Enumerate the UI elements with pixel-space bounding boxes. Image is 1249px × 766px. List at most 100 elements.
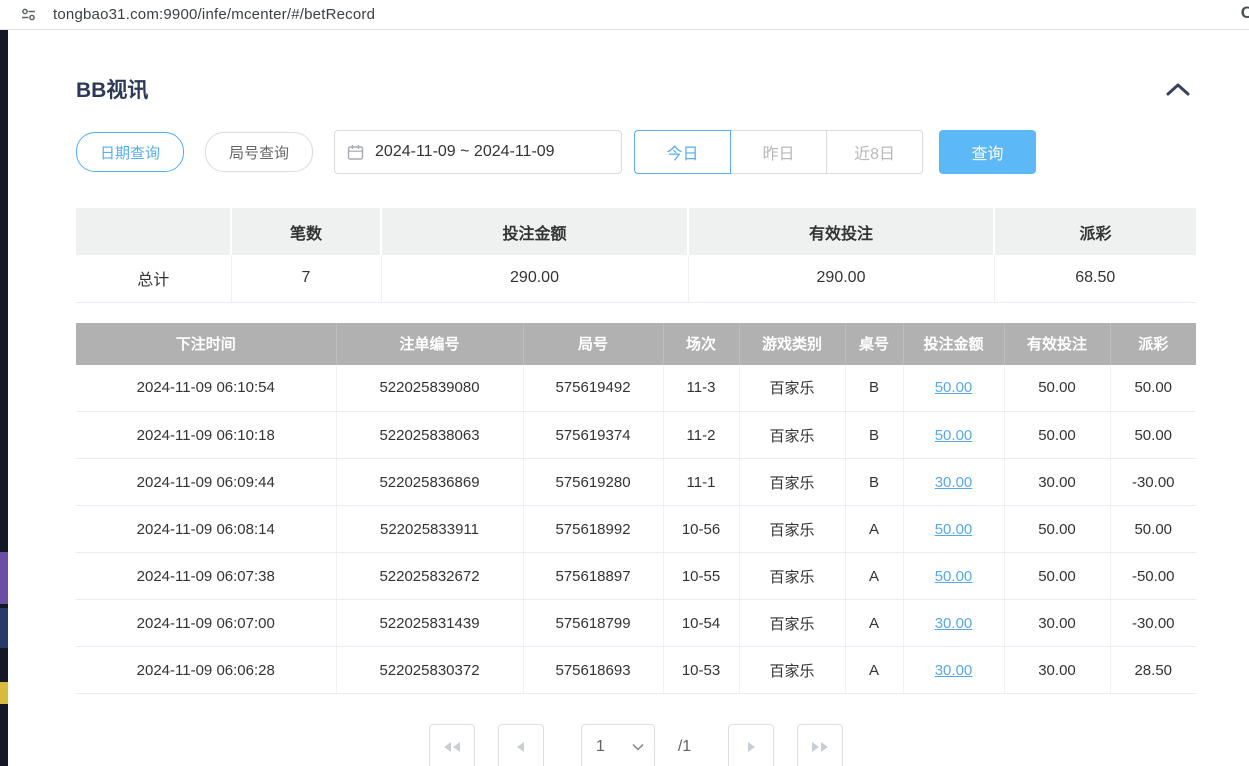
bet-time-cell: 2024-11-09 06:08:14 <box>76 506 336 553</box>
table-row: 2024-11-09 06:07:00522025831439575618799… <box>76 600 1196 647</box>
browser-action-partial: C <box>1241 3 1249 23</box>
summary-total-label: 总计 <box>76 255 231 302</box>
bet-time-cell: 2024-11-09 06:06:28 <box>76 647 336 694</box>
summary-header-payout: 派彩 <box>994 208 1196 255</box>
table-row: 2024-11-09 06:09:44522025836869575619280… <box>76 459 1196 506</box>
background-edge-patch <box>0 682 8 704</box>
bet-record-page: BB视讯 日期查询 局号查询 <box>0 30 1249 766</box>
session-cell: 10-53 <box>663 647 739 694</box>
payout-cell: -30.00 <box>1110 600 1196 647</box>
collapse-button[interactable] <box>1160 79 1196 100</box>
page-select-value: 1 <box>596 738 605 756</box>
last-page-icon <box>809 740 831 754</box>
last-8-days-button[interactable]: 近8日 <box>826 130 923 174</box>
payout-cell: 50.00 <box>1110 506 1196 553</box>
valid-bet-cell: 50.00 <box>1004 365 1110 412</box>
summary-header-valid-bet: 有效投注 <box>688 208 994 255</box>
payout-cell: -50.00 <box>1110 553 1196 600</box>
bet-amount-link[interactable]: 50.00 <box>935 568 973 585</box>
table-row: 2024-11-09 06:10:18522025838063575619374… <box>76 412 1196 459</box>
header-game-type: 游戏类别 <box>739 323 845 365</box>
payout-cell: -30.00 <box>1110 459 1196 506</box>
header-round-id: 局号 <box>523 323 663 365</box>
table-row: 2024-11-09 06:07:38522025832672575618897… <box>76 553 1196 600</box>
browser-address-bar[interactable]: tongbao31.com:9900/infe/mcenter/#/betRec… <box>0 0 1249 30</box>
session-cell: 11-1 <box>663 459 739 506</box>
bet-amount-link[interactable]: 50.00 <box>935 521 973 538</box>
valid-bet-cell: 50.00 <box>1004 412 1110 459</box>
table-id-cell: A <box>845 553 903 600</box>
bet-record-table: 下注时间 注单编号 局号 场次 游戏类别 桌号 投注金额 有效投注 派彩 202… <box>76 323 1196 695</box>
header-session: 场次 <box>663 323 739 365</box>
first-page-button[interactable] <box>429 724 475 766</box>
payout-cell: 50.00 <box>1110 365 1196 412</box>
valid-bet-cell: 30.00 <box>1004 647 1110 694</box>
summary-header-count: 笔数 <box>231 208 381 255</box>
background-edge-patch <box>0 608 8 648</box>
background-page-edge <box>0 30 8 766</box>
order-id-cell: 522025833911 <box>336 506 523 553</box>
calendar-icon <box>347 144 364 161</box>
page-select[interactable]: 1 <box>581 724 655 766</box>
session-cell: 10-56 <box>663 506 739 553</box>
table-id-cell: B <box>845 365 903 412</box>
session-cell: 11-3 <box>663 365 739 412</box>
table-id-cell: A <box>845 600 903 647</box>
bet-amount-link[interactable]: 50.00 <box>935 427 973 444</box>
bet-table-header-row: 下注时间 注单编号 局号 场次 游戏类别 桌号 投注金额 有效投注 派彩 <box>76 323 1196 365</box>
table-row: 2024-11-09 06:10:54522025839080575619492… <box>76 365 1196 412</box>
bet-amount-link[interactable]: 50.00 <box>935 379 973 396</box>
quick-range-group: 今日 昨日 近8日 <box>634 130 923 174</box>
url-text[interactable]: tongbao31.com:9900/infe/mcenter/#/betRec… <box>53 6 375 23</box>
prev-page-button[interactable] <box>498 724 544 766</box>
table-row: 2024-11-09 06:06:28522025830372575618693… <box>76 647 1196 694</box>
session-cell: 10-55 <box>663 553 739 600</box>
page-total-label: /1 <box>678 738 691 756</box>
round-id-cell: 575618992 <box>523 506 663 553</box>
yesterday-button[interactable]: 昨日 <box>730 130 827 174</box>
bet-amount-link[interactable]: 30.00 <box>935 474 973 491</box>
last-page-button[interactable] <box>797 724 843 766</box>
site-settings-icon[interactable] <box>20 6 37 23</box>
summary-total-bet-amount: 290.00 <box>381 255 688 302</box>
table-id-cell: B <box>845 412 903 459</box>
next-page-button[interactable] <box>728 724 774 766</box>
header-valid-bet: 有效投注 <box>1004 323 1110 365</box>
search-button[interactable]: 查询 <box>939 130 1036 174</box>
header-payout: 派彩 <box>1110 323 1196 365</box>
order-id-cell: 522025839080 <box>336 365 523 412</box>
filter-toolbar: 日期查询 局号查询 2024-11-09 ~ 2024-11-09 今日 昨日 … <box>76 130 1196 174</box>
chevron-down-icon <box>632 743 644 751</box>
bet-amount-link[interactable]: 30.00 <box>935 615 973 632</box>
bet-amount-cell: 50.00 <box>903 506 1004 553</box>
prev-page-icon <box>514 740 528 754</box>
round-id-cell: 575619280 <box>523 459 663 506</box>
table-id-cell: A <box>845 506 903 553</box>
table-row: 2024-11-09 06:08:14522025833911575618992… <box>76 506 1196 553</box>
game-type-cell: 百家乐 <box>739 647 845 694</box>
panel-header: BB视讯 <box>76 74 1196 104</box>
game-type-cell: 百家乐 <box>739 459 845 506</box>
bet-amount-link[interactable]: 30.00 <box>935 662 973 679</box>
summary-total-count: 7 <box>231 255 381 302</box>
header-bet-time: 下注时间 <box>76 323 336 365</box>
round-query-tab[interactable]: 局号查询 <box>205 132 313 172</box>
valid-bet-cell: 30.00 <box>1004 459 1110 506</box>
game-type-cell: 百家乐 <box>739 412 845 459</box>
today-button[interactable]: 今日 <box>634 130 731 174</box>
date-range-input[interactable]: 2024-11-09 ~ 2024-11-09 <box>334 130 622 174</box>
chevron-up-icon <box>1166 83 1190 96</box>
order-id-cell: 522025830372 <box>336 647 523 694</box>
header-bet-amount: 投注金额 <box>903 323 1004 365</box>
pagination: 1 /1 <box>76 724 1196 766</box>
summary-table: 笔数 投注金额 有效投注 派彩 总计 7 290.00 290.00 68.50 <box>76 208 1196 303</box>
header-table-id: 桌号 <box>845 323 903 365</box>
table-id-cell: B <box>845 459 903 506</box>
date-query-tab[interactable]: 日期查询 <box>76 132 184 172</box>
bet-time-cell: 2024-11-09 06:07:00 <box>76 600 336 647</box>
round-id-cell: 575619492 <box>523 365 663 412</box>
bet-time-cell: 2024-11-09 06:09:44 <box>76 459 336 506</box>
summary-header-row: 笔数 投注金额 有效投注 派彩 <box>76 208 1196 255</box>
payout-cell: 50.00 <box>1110 412 1196 459</box>
page-title: BB视讯 <box>76 74 148 104</box>
